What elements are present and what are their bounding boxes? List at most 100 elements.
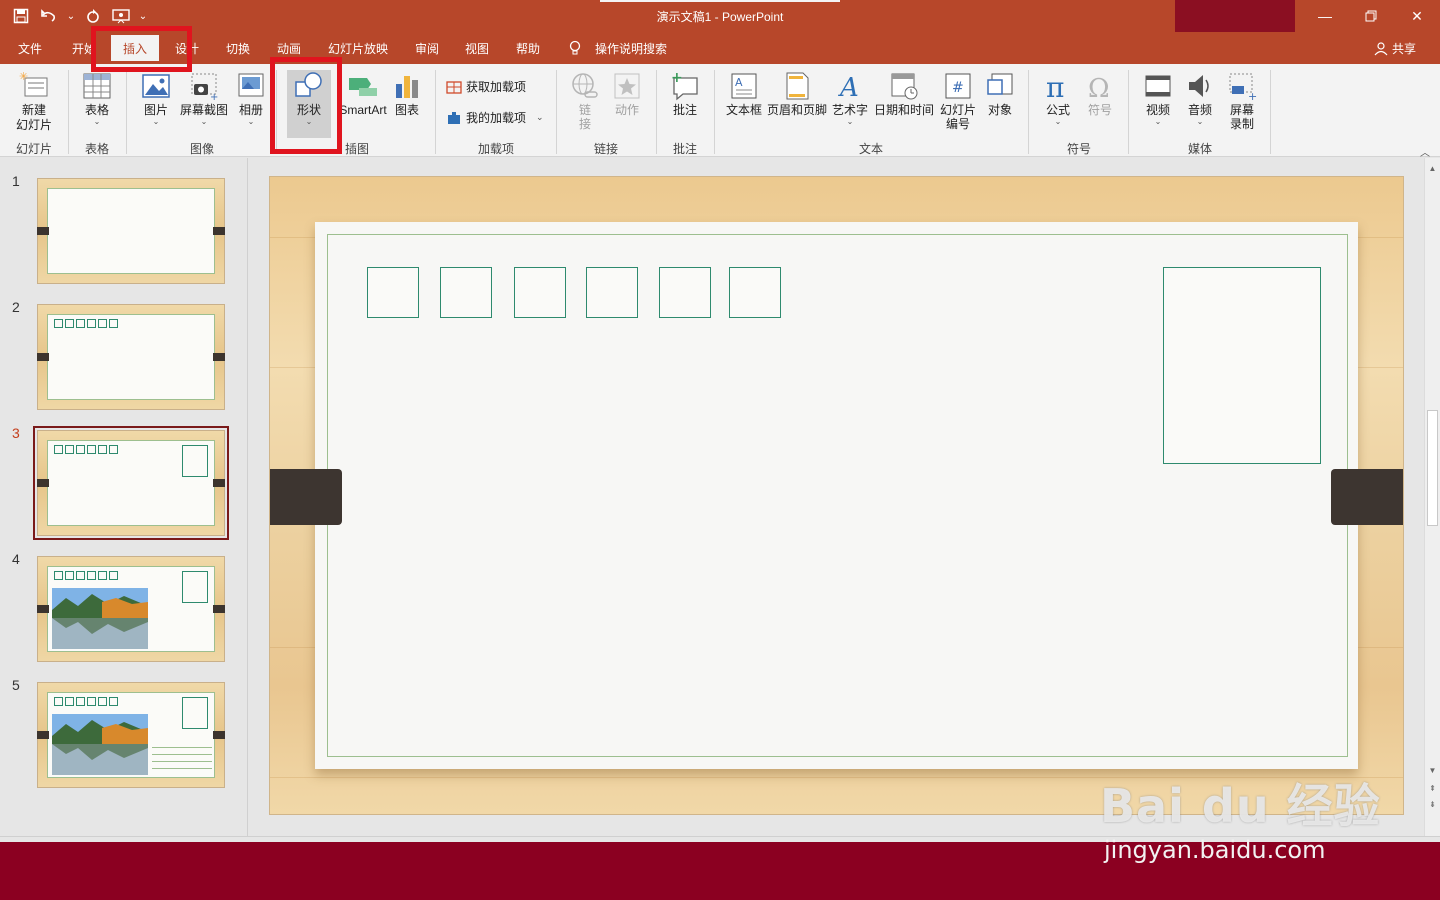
- previous-slide-icon[interactable]: ⇞: [1425, 782, 1440, 796]
- group-media-label: 媒体: [1187, 142, 1212, 156]
- get-addins-label: 获取加载项: [466, 80, 527, 94]
- svg-text:+: +: [210, 92, 218, 102]
- svg-text:✳: ✳: [19, 70, 28, 83]
- slide-thumbnail-3[interactable]: [33, 426, 229, 540]
- audio-button[interactable]: 音频 ⌄: [1180, 70, 1220, 126]
- undo-icon[interactable]: [36, 4, 62, 28]
- share-label: 共享: [1391, 42, 1416, 56]
- screenshot-button[interactable]: + 屏幕截图 ⌄: [176, 70, 232, 126]
- tab-file[interactable]: 文件: [18, 40, 42, 57]
- binder-clip: [37, 479, 49, 487]
- symbol-button[interactable]: Ω 符号: [1080, 70, 1120, 118]
- slide-number: 1: [12, 173, 20, 189]
- comment-icon: +: [671, 70, 698, 101]
- slide-number: 5: [12, 677, 20, 693]
- group-links-label: 链接: [593, 142, 618, 156]
- slide-thumbnail-4[interactable]: [37, 556, 225, 662]
- next-slide-icon[interactable]: ⇟: [1425, 798, 1440, 812]
- table-button[interactable]: 表格 ⌄: [74, 70, 120, 126]
- baidu-jingyan-watermark: Bai du 经验 jingyan.baidu.com: [1100, 770, 1381, 864]
- scroll-down-icon[interactable]: ▼: [1425, 764, 1440, 778]
- zip-code-box[interactable]: [440, 267, 492, 318]
- photo-album-button[interactable]: 相册 ⌄: [232, 70, 270, 126]
- tab-slideshow[interactable]: 幻灯片放映: [328, 40, 388, 57]
- textbox-button[interactable]: A 文本框: [724, 70, 764, 118]
- envelope-paper[interactable]: [315, 222, 1358, 769]
- screen-record-label: 屏幕 录制: [1229, 103, 1254, 131]
- slide-thumbnail-2[interactable]: [37, 304, 225, 410]
- screen-record-icon: +: [1229, 73, 1257, 102]
- slide-number-button[interactable]: # 幻灯片 编号: [938, 70, 978, 131]
- get-addins-button[interactable]: 获取加载项: [446, 78, 526, 95]
- zip-code-box[interactable]: [659, 267, 711, 318]
- slide-number-icon: #: [945, 73, 971, 99]
- action-button[interactable]: 动作: [608, 70, 646, 118]
- chevron-down-icon: ⌄: [247, 117, 255, 126]
- table-label: 表格: [84, 103, 109, 117]
- wordart-button[interactable]: A 艺术字 ⌄: [830, 70, 870, 126]
- close-icon[interactable]: ✕: [1394, 0, 1440, 32]
- share-button[interactable]: 共享: [1374, 40, 1416, 57]
- link-label: 链 接: [578, 103, 591, 131]
- tab-view[interactable]: 视图: [465, 40, 489, 57]
- collapse-ribbon-icon[interactable]: ︿: [1420, 144, 1430, 159]
- undo-dropdown-icon[interactable]: ⌄: [64, 4, 78, 28]
- screen-record-button[interactable]: + 屏幕 录制: [1222, 70, 1262, 131]
- tab-help[interactable]: 帮助: [516, 40, 540, 57]
- new-slide-label: 新建 幻灯片: [15, 103, 52, 132]
- zip-code-box[interactable]: [729, 267, 781, 318]
- scroll-thumb[interactable]: [1427, 410, 1438, 526]
- chart-button[interactable]: 图表: [390, 70, 424, 118]
- scroll-up-icon[interactable]: ▲: [1425, 162, 1440, 176]
- my-addins-label: 我的加载项: [466, 111, 527, 125]
- tab-animations[interactable]: 动画: [277, 40, 301, 57]
- envelope-border: [327, 234, 1348, 757]
- tell-me-search[interactable]: 操作说明搜索: [595, 40, 667, 57]
- customize-qat-icon[interactable]: ⌄: [136, 4, 150, 28]
- svg-text:+: +: [671, 70, 683, 86]
- group-separator: [126, 70, 127, 154]
- binder-clip: [37, 227, 49, 235]
- comment-button[interactable]: + 批注: [666, 70, 704, 118]
- person-icon: [1374, 41, 1388, 55]
- album-label: 相册: [238, 103, 263, 117]
- video-button[interactable]: 视频 ⌄: [1138, 70, 1178, 126]
- smartart-button[interactable]: SmartArt: [338, 70, 388, 118]
- save-icon[interactable]: [8, 4, 34, 28]
- group-slides-label: 幻灯片: [15, 142, 52, 156]
- datetime-label: 日期和时间: [873, 103, 934, 117]
- svg-text:+: +: [1248, 90, 1257, 102]
- header-footer-button[interactable]: 页眉和页脚: [766, 70, 828, 118]
- slide-thumbnail-5[interactable]: [37, 682, 225, 788]
- equation-button[interactable]: π 公式 ⌄: [1038, 70, 1078, 126]
- zip-code-box[interactable]: [514, 267, 566, 318]
- group-separator: [656, 70, 657, 154]
- object-button[interactable]: 对象: [982, 70, 1018, 118]
- present-icon[interactable]: [108, 4, 134, 28]
- minimize-icon[interactable]: —: [1302, 0, 1348, 32]
- group-separator: [68, 70, 69, 154]
- binder-clip: [213, 479, 225, 487]
- my-addins-button[interactable]: 我的加载项 ⌄: [446, 109, 544, 126]
- chevron-down-icon: ⌄: [93, 117, 101, 126]
- restore-icon[interactable]: [1348, 0, 1394, 32]
- equation-label: 公式: [1045, 103, 1070, 117]
- chevron-down-icon: ⌄: [1196, 117, 1204, 126]
- slide-editor: [249, 158, 1424, 836]
- binder-clip-right: [1331, 469, 1403, 525]
- picture-button[interactable]: 图片 ⌄: [134, 70, 178, 126]
- vertical-scrollbar[interactable]: ▲ ▼ ⇞ ⇟: [1424, 158, 1440, 836]
- tab-review[interactable]: 审阅: [415, 40, 439, 57]
- tab-transitions[interactable]: 切换: [226, 40, 250, 57]
- link-button[interactable]: 链 接: [566, 70, 604, 131]
- table-icon: [83, 73, 111, 99]
- binder-clip: [213, 731, 225, 739]
- current-slide[interactable]: [269, 176, 1404, 815]
- zip-code-box[interactable]: [367, 267, 419, 318]
- datetime-button[interactable]: 日期和时间: [872, 70, 936, 118]
- zip-code-box[interactable]: [586, 267, 638, 318]
- stamp-box[interactable]: [1163, 267, 1321, 464]
- slide-thumbnail-1[interactable]: [37, 178, 225, 284]
- redo-icon[interactable]: [80, 4, 106, 28]
- new-slide-button[interactable]: ✳ 新建 幻灯片: [8, 70, 60, 133]
